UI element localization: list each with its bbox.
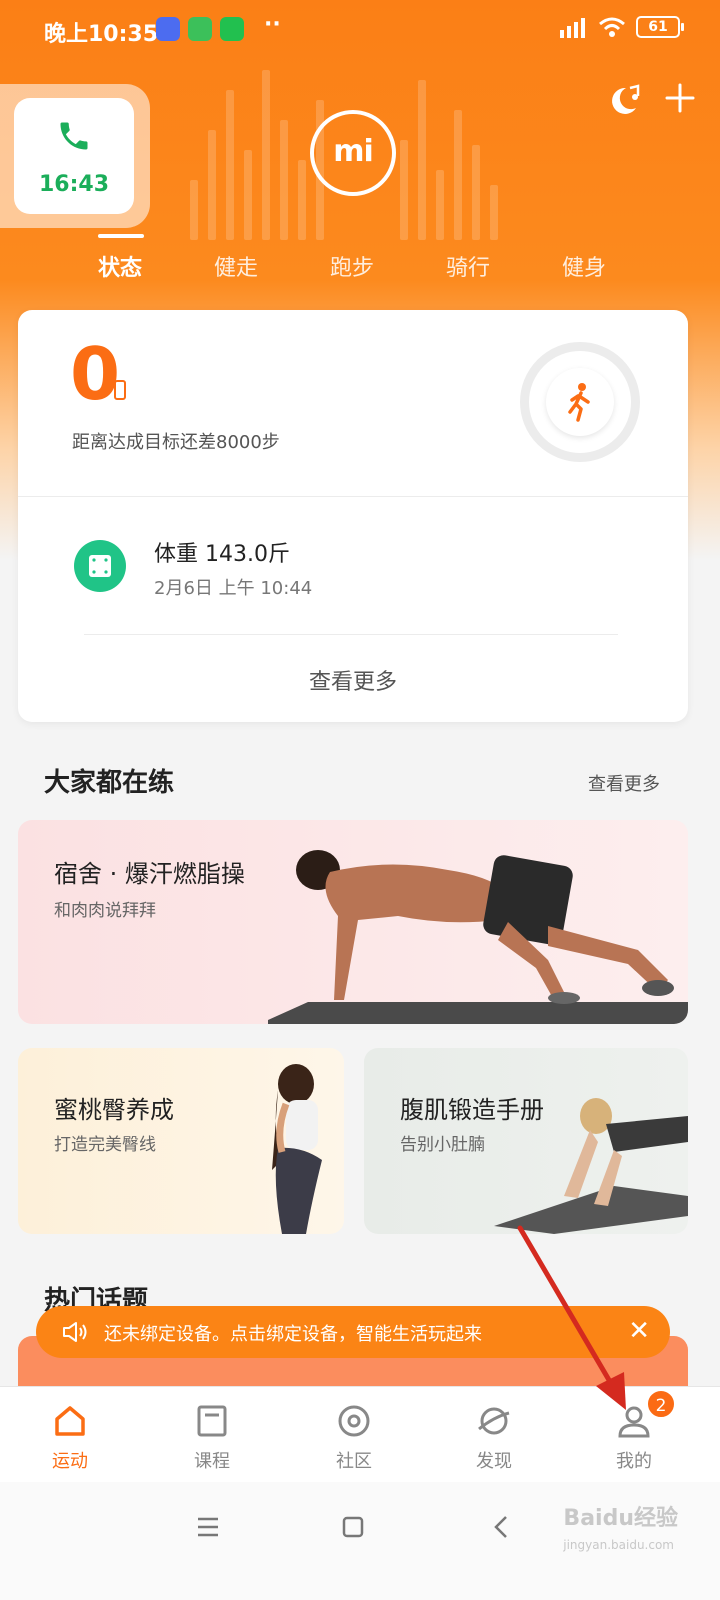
add-icon[interactable] [664,82,696,114]
popular-see-more-link[interactable]: 查看更多 [588,770,660,796]
planet-icon [478,1407,510,1435]
phone-icon [60,122,88,150]
tab-walking[interactable]: 健走 [186,250,286,282]
tab-running[interactable]: 跑步 [302,250,402,282]
tab-discover-label: 发现 [476,1451,512,1472]
sleep-music-icon[interactable] [606,82,642,118]
course-card-dorm-fatburn[interactable]: 宿舍 · 爆汗燃脂操 和肉肉说拜拜 [18,820,688,1024]
mi-logo-text: mi [333,134,374,169]
battery-icon: 61 [636,16,684,38]
home-icon [55,1406,85,1436]
step-count: 0 [70,332,121,416]
active-tab-indicator [98,234,144,238]
weight-value: 体重 143.0斤 [154,542,290,567]
weight-date: 2月6日 上午 10:44 [154,578,313,599]
wifi-icon [599,17,625,37]
status-bar: 晚上10:35 ·· 61 [0,0,720,60]
course-subtitle: 告别小肚腩 [400,1135,485,1155]
steps-card[interactable]: 0 距离达成目标还差8000步 体重 143.0斤 2月6日 上午 10:44 … [18,310,688,722]
tab-community[interactable]: 社区 [284,1387,424,1483]
bind-device-toast[interactable]: 还未绑定设备。点击绑定设备，智能生活玩起来 ✕ [36,1306,670,1358]
tab-fitness[interactable]: 健身 [534,250,634,282]
baidu-watermark-url: jingyan.baidu.com [563,1538,674,1552]
section-title-popular: 大家都在练 [44,768,175,798]
tab-community-label: 社区 [336,1451,372,1472]
scale-icon [74,540,126,592]
status-time: 晚上10:35 [44,22,159,47]
mi-logo[interactable]: mi [310,110,396,196]
steps-goal-text: 距离达成目标还差8000步 [72,432,280,453]
workout-woman-image [272,1064,322,1234]
course-card-abs[interactable]: 腹肌锻造手册 告别小肚腩 [364,1048,688,1234]
notification-badge: 2 [646,1389,676,1419]
menu-icon[interactable] [196,1516,220,1538]
speaker-icon [63,1322,87,1342]
see-more-button[interactable]: 查看更多 [18,664,688,696]
workout-man-image [268,850,688,1024]
baidu-watermark: Baidu经验 [563,1506,678,1531]
toast-message: 还未绑定设备。点击绑定设备，智能生活玩起来 [104,1324,482,1345]
signal-icon [560,18,585,38]
tab-discover[interactable]: 发现 [424,1387,564,1483]
more-notifications-icon: ·· [264,12,281,37]
course-subtitle: 和肉肉说拜拜 [54,901,156,921]
tab-courses-label: 课程 [194,1451,230,1472]
steps-progress-ring [520,342,640,462]
message-app-icon [156,17,180,41]
wechat-icon [220,17,244,41]
community-icon [338,1405,370,1437]
tab-cycling[interactable]: 骑行 [418,250,518,282]
tab-status[interactable]: 状态 [70,250,170,282]
divider [18,496,688,497]
tab-courses[interactable]: 课程 [142,1387,282,1483]
tab-profile[interactable]: 我的 2 [564,1387,704,1483]
tab-exercise-label: 运动 [52,1451,88,1472]
close-icon[interactable]: ✕ [628,1316,650,1346]
home-button-icon[interactable] [342,1516,364,1538]
course-book-icon [197,1405,227,1437]
bottom-tab-bar: 运动 课程 社区 发现 我的 2 [0,1386,720,1482]
course-card-peach-glutes[interactable]: 蜜桃臀养成 打造完美臀线 [18,1048,344,1234]
call-floating-widget[interactable]: 16:43 [0,84,150,228]
plank-woman-image [494,1098,688,1234]
course-title: 宿舍 · 爆汗燃脂操 [54,860,245,888]
walking-icon [568,383,590,422]
divider [84,634,618,635]
tab-exercise[interactable]: 运动 [0,1387,140,1483]
call-duration: 16:43 [38,172,110,197]
back-icon[interactable] [492,1514,510,1540]
tab-profile-label: 我的 [616,1451,652,1472]
android-app-icon [188,17,212,41]
sport-tabs: 状态 健走 跑步 骑行 健身 [0,230,720,290]
phone-source-icon [114,380,126,400]
course-title: 蜜桃臀养成 [54,1096,174,1124]
course-subtitle: 打造完美臀线 [54,1135,156,1155]
